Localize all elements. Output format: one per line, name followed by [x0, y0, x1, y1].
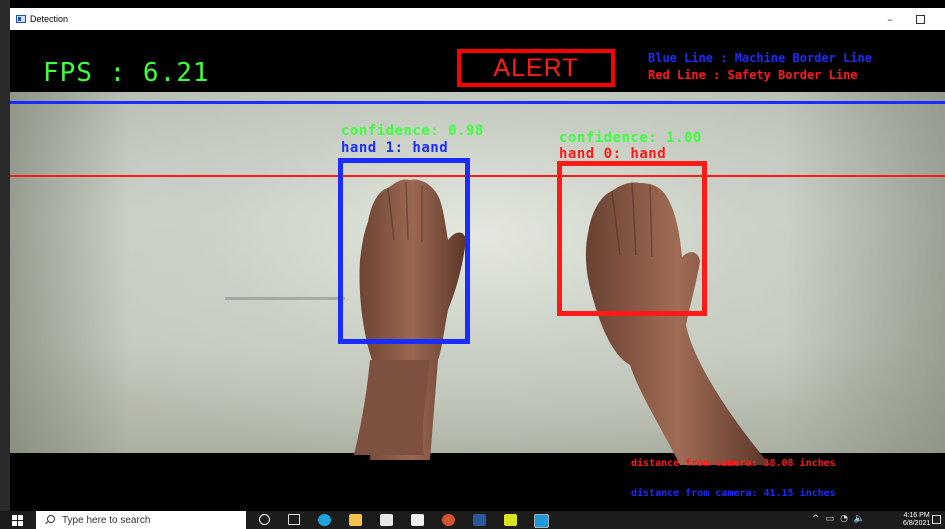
notification-center-icon[interactable] — [932, 515, 941, 524]
maximize-icon — [915, 14, 925, 24]
windows-start-icon[interactable] — [12, 515, 23, 526]
distance-readout-hand-0: distance from camera: 38.08 inches — [631, 458, 836, 469]
video-frame: FPS : 6.21 ALERT Blue Line : Machine Bor… — [10, 30, 945, 511]
file-explorer-icon[interactable] — [349, 514, 362, 526]
confidence-label-hand-1: confidence: 0.98 — [341, 123, 484, 139]
edge-icon[interactable] — [318, 514, 331, 526]
cortana-icon[interactable] — [259, 514, 270, 525]
network-icon[interactable]: ◔ — [840, 514, 848, 524]
detection-box-hand-1 — [338, 158, 470, 344]
task-view-icon[interactable] — [288, 514, 300, 525]
detection-window[interactable]: Detection – FPS: 6.21 ALERT Blue Line:… — [10, 8, 945, 511]
fps-readout: FPS : 6.21 — [43, 58, 210, 88]
detection-app-icon[interactable] — [534, 514, 549, 528]
alert-text: ALERT — [493, 53, 579, 82]
maximize-button[interactable] — [906, 8, 934, 30]
mail-icon[interactable] — [411, 514, 424, 526]
machine-border-line — [10, 101, 945, 104]
word-icon[interactable] — [473, 514, 486, 526]
class-label-hand-0: hand 0: hand — [559, 146, 667, 162]
safety-border-line — [10, 175, 945, 177]
clock-date: 6/8/2021 — [903, 520, 931, 527]
app-window-icon — [16, 15, 26, 23]
powerpoint-icon[interactable] — [442, 514, 455, 526]
minimize-button[interactable]: – — [876, 8, 904, 30]
taskbar-clock[interactable]: 4:16 PM 6/8/2021 — [903, 512, 930, 528]
left-forearm-image — [354, 360, 430, 455]
search-icon — [44, 515, 55, 525]
taskbar: Type here to search ^ ▭ ◔ 🔈 4:16 PM 6/8/… — [0, 511, 945, 529]
volume-icon[interactable]: 🔈 — [854, 514, 865, 524]
desktop-edge — [0, 0, 10, 511]
search-placeholder: Type here to search — [62, 514, 151, 526]
battery-icon[interactable]: ▭ — [826, 514, 835, 524]
legend-machine-line: Blue Line : Machine Border Line — [648, 51, 872, 65]
detection-box-hand-0 — [557, 161, 707, 316]
alert-indicator: ALERT — [457, 49, 615, 87]
taskbar-search-box[interactable]: Type here to search — [36, 511, 246, 529]
clock-time: 4:16 PM — [903, 512, 930, 519]
class-label-hand-1: hand 1: hand — [341, 140, 449, 156]
title-bar[interactable]: Detection – — [10, 8, 945, 30]
tray-chevron-icon[interactable]: ^ — [812, 514, 820, 524]
legend-safety-line: Red Line : Safety Border Line — [648, 68, 858, 82]
distance-readout-hand-1: distance from camera: 41.15 inches — [631, 488, 836, 499]
photos-icon[interactable] — [504, 514, 517, 526]
window-title: Detection — [30, 14, 69, 24]
store-icon[interactable] — [380, 514, 393, 526]
confidence-label-hand-0: confidence: 1.00 — [559, 130, 702, 146]
system-tray[interactable]: ^ ▭ ◔ 🔈 — [812, 514, 865, 524]
line-legend: Blue Line : Machine Border Line Red Line… — [648, 51, 872, 82]
